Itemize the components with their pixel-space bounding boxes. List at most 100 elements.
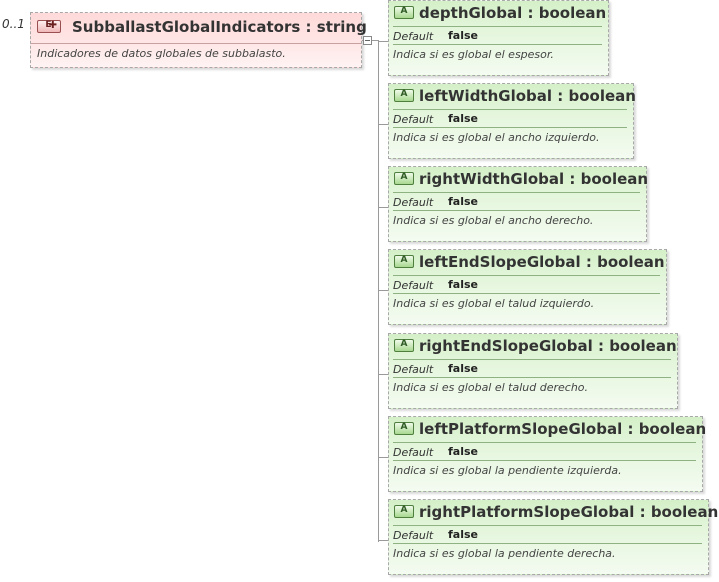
divider — [393, 44, 602, 45]
default-label: Default — [393, 279, 434, 292]
element-node[interactable]: E ✚ SubballastGlobalIndicators : string I… — [30, 12, 367, 68]
element-separator: : — [305, 18, 312, 36]
attribute-header: AdepthGlobal : boolean — [389, 1, 608, 29]
attribute-type: boolean — [580, 170, 649, 188]
attribute-icon-text: A — [400, 422, 408, 432]
attribute-separator: : — [639, 503, 646, 521]
default-label: Default — [393, 363, 434, 376]
attribute-icon-text: A — [400, 505, 408, 515]
attribute-name: leftEndSlopeGlobal — [419, 253, 581, 271]
attribute-separator: : — [585, 253, 592, 271]
attribute-icon: A — [394, 255, 414, 268]
attribute-node[interactable]: ArightWidthGlobal : boolean Default false I… — [388, 166, 648, 242]
attribute-node[interactable]: AleftPlatformSlopeGlobal : boolean Defaul… — [388, 416, 706, 492]
attribute-header: ArightPlatformSlopeGlobal : boolean — [389, 500, 718, 528]
attribute-documentation: Indica si es global el ancho izquierdo. — [393, 131, 600, 144]
attribute-icon-text: A — [400, 339, 408, 349]
attribute-connector — [378, 41, 388, 42]
attribute-icon-text: A — [400, 172, 408, 182]
divider — [393, 26, 602, 27]
attribute-separator: : — [527, 4, 534, 22]
sequence-collapse-icon[interactable] — [363, 36, 372, 45]
attribute-header: AleftPlatformSlopeGlobal : boolean — [389, 417, 706, 445]
default-label: Default — [393, 113, 434, 126]
divider — [393, 127, 627, 128]
attribute-icon-text: A — [400, 89, 408, 99]
attribute-node[interactable]: ArightEndSlopeGlobal : boolean Default fal… — [388, 333, 678, 409]
attribute-title: rightEndSlopeGlobal : boolean — [419, 337, 677, 355]
attribute-name: rightWidthGlobal — [419, 170, 565, 188]
attribute-name: leftWidthGlobal — [419, 87, 553, 105]
divider — [393, 442, 696, 443]
default-label: Default — [393, 196, 434, 209]
attribute-icon: A — [394, 339, 414, 352]
divider — [393, 460, 696, 461]
divider — [393, 525, 702, 526]
divider — [393, 359, 671, 360]
default-value: false — [448, 278, 478, 291]
default-value: false — [448, 112, 478, 125]
attribute-node[interactable]: AleftWidthGlobal : boolean Default false In… — [388, 83, 636, 159]
default-value: false — [448, 445, 478, 458]
attribute-type: boolean — [538, 4, 607, 22]
divider — [393, 543, 702, 544]
attribute-type: boolean — [609, 337, 677, 355]
element-documentation: Indicadores de datos globales de subbala… — [37, 47, 286, 60]
occurrence-label: 0..1 — [2, 17, 25, 31]
attribute-icon-text: A — [400, 255, 408, 265]
element-title: SubballastGlobalIndicators : string — [72, 18, 367, 36]
attribute-title: leftWidthGlobal : boolean — [419, 87, 636, 105]
attribute-connector — [378, 540, 388, 541]
attribute-connector — [378, 124, 388, 125]
attribute-connector — [378, 207, 388, 208]
divider — [393, 192, 640, 193]
attribute-icon: A — [394, 89, 414, 102]
attribute-node[interactable]: AdepthGlobal : boolean Default false Indica… — [388, 0, 609, 76]
default-label: Default — [393, 446, 434, 459]
attribute-type: boolean — [650, 503, 719, 521]
attribute-type: boolean — [638, 420, 707, 438]
attribute-name: depthGlobal — [419, 4, 523, 22]
default-value: false — [448, 29, 478, 42]
attribute-documentation: Indica si es global el espesor. — [393, 48, 554, 61]
attribute-name: rightEndSlopeGlobal — [419, 337, 593, 355]
default-label: Default — [393, 529, 434, 542]
default-value: false — [448, 195, 478, 208]
attribute-connector — [378, 290, 388, 291]
attribute-documentation: Indica si es global la pendiente izquier… — [393, 464, 622, 477]
attribute-title: rightWidthGlobal : boolean — [419, 170, 648, 188]
attribute-icon: A — [394, 6, 414, 19]
attribute-name: leftPlatformSlopeGlobal — [419, 420, 623, 438]
attribute-connector — [378, 374, 388, 375]
attribute-documentation: Indica si es global el ancho derecho. — [393, 214, 594, 227]
attribute-node[interactable]: ArightPlatformSlopeGlobal : boolean Defau… — [388, 499, 718, 575]
element-expand-icon: ✚ — [48, 20, 58, 31]
attribute-separator: : — [557, 87, 564, 105]
default-value: false — [448, 528, 478, 541]
attribute-icon: A — [394, 422, 414, 435]
attribute-title: leftEndSlopeGlobal : boolean — [419, 253, 665, 271]
attribute-title: leftPlatformSlopeGlobal : boolean — [419, 420, 706, 438]
attribute-title: rightPlatformSlopeGlobal : boolean — [419, 503, 718, 521]
attribute-node[interactable]: AleftEndSlopeGlobal : boolean Default fals… — [388, 249, 667, 325]
attribute-separator: : — [627, 420, 634, 438]
attribute-icon-text: A — [400, 6, 408, 16]
attribute-documentation: Indica si es global la pendiente derecha… — [393, 547, 616, 560]
attribute-documentation: Indica si es global el talud izquierdo. — [393, 297, 595, 310]
element-header: E ✚ SubballastGlobalIndicators : string — [31, 13, 367, 44]
attribute-name: rightPlatformSlopeGlobal — [419, 503, 635, 521]
attribute-icon: A — [394, 505, 414, 518]
divider — [393, 109, 627, 110]
divider — [393, 275, 660, 276]
attribute-icon: A — [394, 172, 414, 185]
attribute-type: boolean — [568, 87, 636, 105]
element-type: string — [316, 18, 367, 36]
attribute-documentation: Indica si es global el talud derecho. — [393, 381, 589, 394]
attribute-separator: : — [597, 337, 604, 355]
default-label: Default — [393, 30, 434, 43]
divider — [393, 293, 660, 294]
attribute-type: boolean — [597, 253, 665, 271]
attribute-header: AleftWidthGlobal : boolean — [389, 84, 636, 112]
divider — [393, 377, 671, 378]
attribute-title: depthGlobal : boolean — [419, 4, 606, 22]
